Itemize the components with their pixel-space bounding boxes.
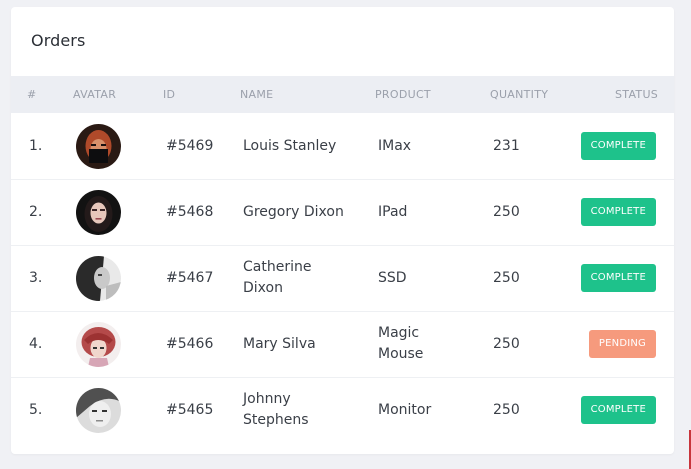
status-cell: COMPLETE [526,377,656,443]
avatar-cell [76,377,121,443]
product-name: Magic Mouse [378,325,424,362]
status-badge[interactable]: COMPLETE [580,264,656,292]
status-badge[interactable]: COMPLETE [580,132,656,160]
quantity: 231 [493,137,520,154]
header-status: STATUS [615,88,659,101]
product-name: IPad [378,203,408,220]
customer-name: Johnny Stephens [243,391,309,428]
avatar [76,387,121,433]
status-badge[interactable]: COMPLETE [580,198,656,226]
header-index: # [27,88,37,101]
status-badge[interactable]: COMPLETE [580,396,656,424]
order-id: #5467 [166,269,214,286]
avatar-cell [76,113,121,179]
avatar [76,189,121,235]
quantity: 250 [493,269,520,286]
avatar-cell [76,311,121,377]
customer-name: Mary Silva [243,335,316,352]
product-name: IMax [378,137,412,154]
table-row[interactable]: 2. #5468 Gregory Dixon IPad 250 COMPLETE [11,179,674,246]
order-id: #5469 [166,137,214,154]
header-product: PRODUCT [375,88,431,101]
customer-name: Catherine Dixon [243,259,312,296]
header-name: NAME [240,88,274,101]
status-cell: COMPLETE [526,179,656,245]
orders-card: Orders # AVATAR ID NAME PRODUCT QUANTITY… [11,7,674,454]
avatar [76,321,121,367]
table-header: # AVATAR ID NAME PRODUCT QUANTITY STATUS [11,76,674,113]
order-id: #5465 [166,401,214,418]
quantity: 250 [493,401,520,418]
status-cell: COMPLETE [526,113,656,179]
header-avatar: AVATAR [73,88,117,101]
product-name: Monitor [378,401,432,418]
customer-name: Louis Stanley [243,137,337,154]
quantity: 250 [493,335,520,352]
row-index: 4. [29,335,43,352]
table-row[interactable]: 1. #5469 Louis Stanley IMax 231 COMPLETE [11,113,674,180]
quantity: 250 [493,203,520,220]
row-index: 3. [29,269,43,286]
avatar-cell [76,245,121,311]
order-id: #5466 [166,335,214,352]
status-cell: COMPLETE [526,245,656,311]
status-badge[interactable]: PENDING [588,330,656,358]
header-quantity: QUANTITY [490,88,549,101]
row-index: 2. [29,203,43,220]
order-id: #5468 [166,203,214,220]
customer-name: Gregory Dixon [243,203,344,220]
product-name: SSD [378,269,407,286]
header-id: ID [163,88,176,101]
table-row[interactable]: 5. #5465 Johnny Stephens Monitor 250 COM… [11,377,674,443]
avatar [76,123,121,169]
avatar-cell [76,179,121,245]
avatar [76,255,121,301]
row-index: 1. [29,137,43,154]
table-row[interactable]: 3. #5467 Catherine Dixon SSD 250 COMPLET… [11,245,674,312]
status-cell: PENDING [526,311,656,377]
card-title: Orders [31,31,86,50]
table-row[interactable]: 4. #5466 Mary Silva Magic Mouse 250 PEND… [11,311,674,378]
row-index: 5. [29,401,43,418]
